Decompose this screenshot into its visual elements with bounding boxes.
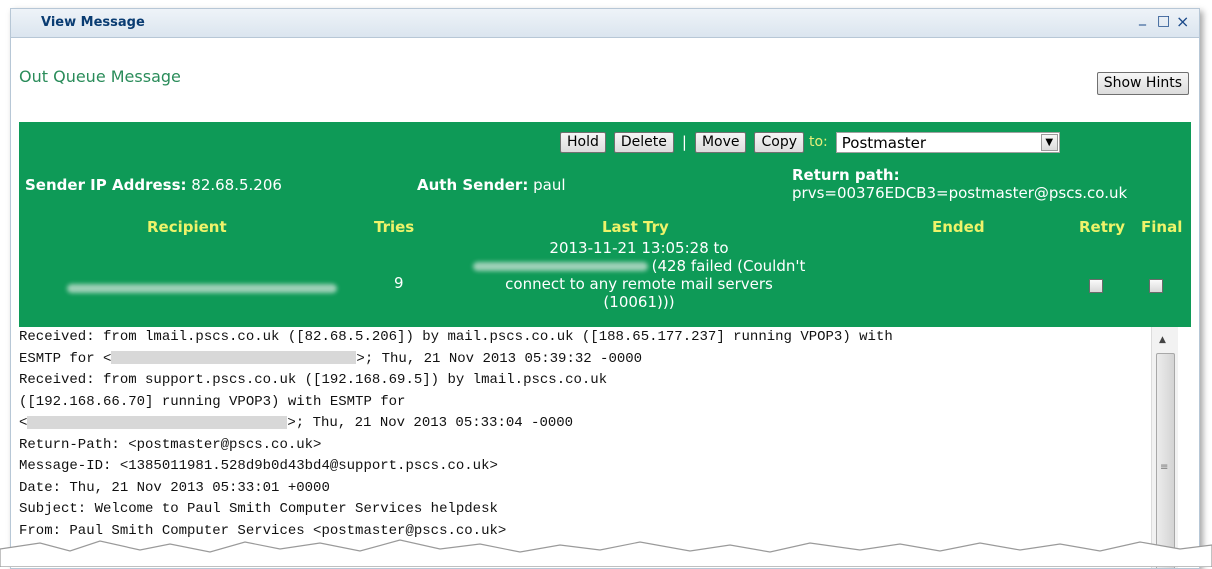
destination-folder-select[interactable]: Postmaster ▼ [835,131,1060,153]
column-header-last-try: Last Try [602,218,669,236]
window-title: View Message [41,15,145,30]
recipient-address-redacted [59,279,344,297]
header-line-part: ESMTP for < [19,350,112,367]
header-line: Return-Path: <postmaster@pscs.co.uk> [19,436,322,453]
header-line-part: >; Thu, 21 Nov 2013 05:39:32 -0000 [356,350,643,367]
minimize-icon[interactable]: _ [1139,10,1146,26]
page-title: Out Queue Message [19,67,181,86]
redacted-address [27,415,288,429]
delete-button[interactable]: Delete [613,131,674,153]
return-path-label: Return path: [792,166,900,184]
header-line: Subject: Welcome to Paul Smith Computer … [19,501,498,517]
header-line-part: >; Thu, 21 Nov 2013 05:33:04 -0000 [287,415,574,431]
close-icon[interactable]: × [1176,12,1189,31]
show-hints-button[interactable]: Show Hints [1096,72,1189,95]
last-try-line-2: (428 failed (Couldn't [651,257,806,275]
to-label: to: [809,134,828,150]
sender-ip-value: 82.68.5.206 [191,176,282,194]
header-line: Received: from support.pscs.co.uk ([192.… [19,372,608,388]
redacted-recipient [66,284,337,293]
torn-edge-decoration [0,539,1212,567]
header-line: ([192.168.66.70] running VPOP3) with ESM… [19,393,406,410]
column-header-tries: Tries [374,218,415,236]
last-try-line-1: 2013-11-21 13:05:28 to [549,239,729,257]
last-try-cell: 2013-11-21 13:05:28 to (428 failed (Coul… [439,239,839,311]
destination-folder-value: Postmaster [841,133,927,152]
message-toolbar: Hold Delete | Move Copy to: Postmaster ▼ [560,129,1060,155]
sender-ip-label: Sender IP Address: [25,176,187,194]
toolbar-separator: | [681,133,687,151]
message-headers-text[interactable]: Received: from lmail.pscs.co.uk ([82.68.… [19,327,1149,568]
move-button[interactable]: Move [694,131,747,153]
auth-sender: Auth Sender: paul [417,176,566,194]
grip-icon: ≡ [1160,462,1169,473]
title-bar[interactable]: View Message _ □ × [11,9,1199,38]
header-line: Received: from lmail.pscs.co.uk ([82.68.… [19,329,893,345]
header-line-part: < [19,415,28,431]
auth-sender-value: paul [533,176,566,194]
header-line: ESMTP for < >; Thu, 21 Nov 2013 05:39:32 … [19,349,1149,371]
redacted-address [111,351,357,365]
message-details-panel: Hold Delete | Move Copy to: Postmaster ▼… [19,122,1191,327]
header-line: Date: Thu, 21 Nov 2013 05:33:01 +0000 [19,479,330,496]
retry-checkbox[interactable] [1089,279,1103,293]
chevron-down-icon[interactable]: ▼ [1040,133,1058,151]
header-line: Message-ID: <1385011981.528d9b0d43bd4@su… [19,458,498,474]
last-try-line-3: connect to any remote mail servers [505,275,773,293]
return-path: Return path: prvs=00376EDCB3=postmaster@… [792,166,1191,202]
header-line: < >; Thu, 21 Nov 2013 05:33:04 -0000 [19,413,1149,435]
hold-button[interactable]: Hold [560,131,606,153]
last-try-line-2-wrapper: (428 failed (Couldn't [439,257,839,275]
maximize-icon[interactable]: □ [1157,13,1170,29]
tries-value: 9 [394,274,404,292]
column-header-retry: Retry [1079,218,1126,236]
return-path-value: prvs=00376EDCB3=postmaster@pscs.co.uk [792,184,1128,202]
auth-sender-label: Auth Sender: [417,176,529,194]
scroll-up-icon[interactable]: ▲ [1159,335,1166,345]
final-checkbox[interactable] [1149,279,1163,293]
copy-button[interactable]: Copy [754,131,804,153]
redacted-server [472,262,648,271]
column-header-ended: Ended [932,218,985,236]
view-message-window: View Message _ □ × Out Queue Message Sho… [10,8,1200,569]
vertical-scrollbar[interactable]: ▲ ≡ [1151,327,1178,568]
sender-ip: Sender IP Address: 82.68.5.206 [25,176,282,194]
column-header-recipient: Recipient [147,218,227,236]
column-header-final: Final [1141,218,1183,236]
last-try-line-4: (10061))) [603,293,675,311]
